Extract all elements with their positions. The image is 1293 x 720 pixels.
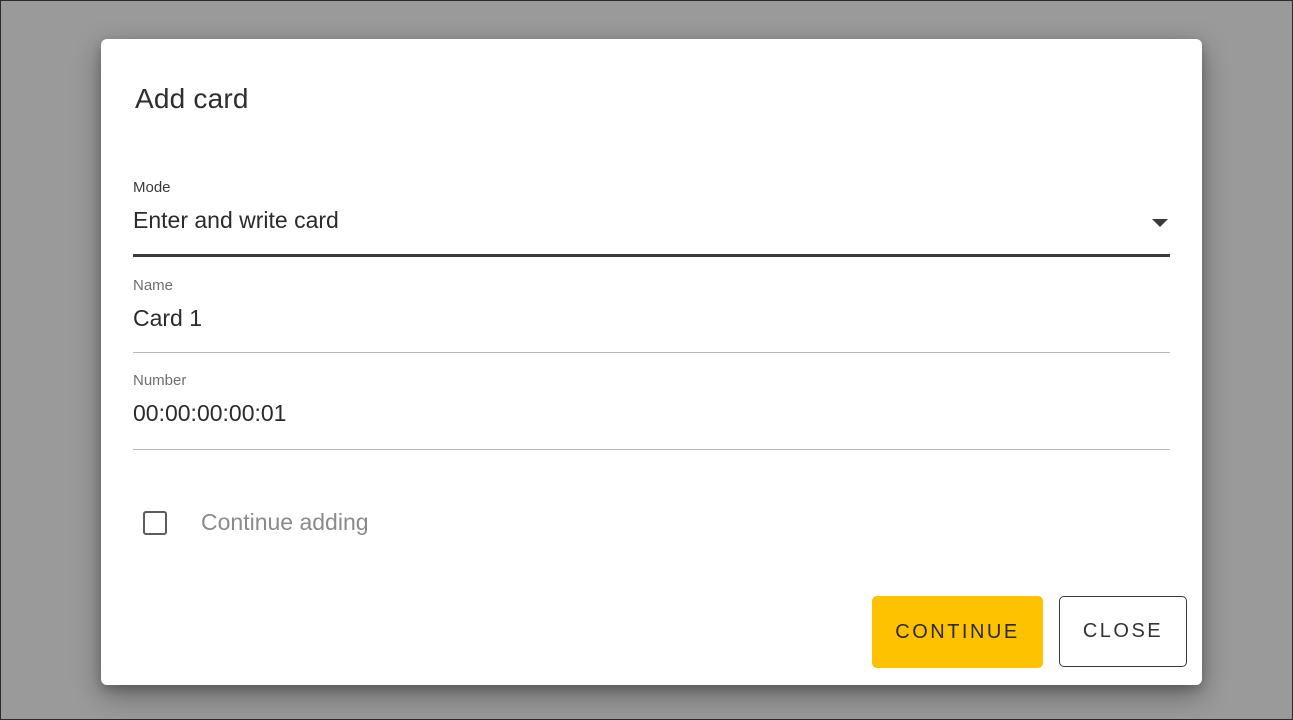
mode-label: Mode bbox=[133, 179, 171, 196]
name-field-container: Name bbox=[133, 277, 1170, 355]
add-card-dialog: Add card Mode Enter and write card Name … bbox=[101, 39, 1202, 685]
continue-adding-checkbox[interactable] bbox=[143, 510, 167, 535]
dropdown-arrow-icon[interactable] bbox=[1152, 219, 1168, 227]
close-button[interactable]: CLOSE bbox=[1059, 596, 1187, 667]
dialog-title: Add card bbox=[135, 83, 249, 114]
continue-adding-option[interactable]: Continue adding bbox=[143, 509, 369, 536]
name-underline bbox=[133, 352, 1170, 353]
mode-select[interactable]: Mode Enter and write card bbox=[133, 179, 1170, 259]
continue-button[interactable]: CONTINUE bbox=[872, 596, 1043, 668]
number-field-container: Number bbox=[133, 372, 1170, 452]
number-underline bbox=[133, 449, 1170, 450]
mode-underline bbox=[133, 254, 1170, 257]
number-label: Number bbox=[133, 372, 187, 389]
name-label: Name bbox=[133, 277, 174, 294]
continue-adding-label: Continue adding bbox=[201, 509, 369, 535]
number-input[interactable] bbox=[133, 400, 1113, 427]
name-input[interactable] bbox=[133, 305, 1113, 332]
mode-value: Enter and write card bbox=[133, 207, 339, 233]
